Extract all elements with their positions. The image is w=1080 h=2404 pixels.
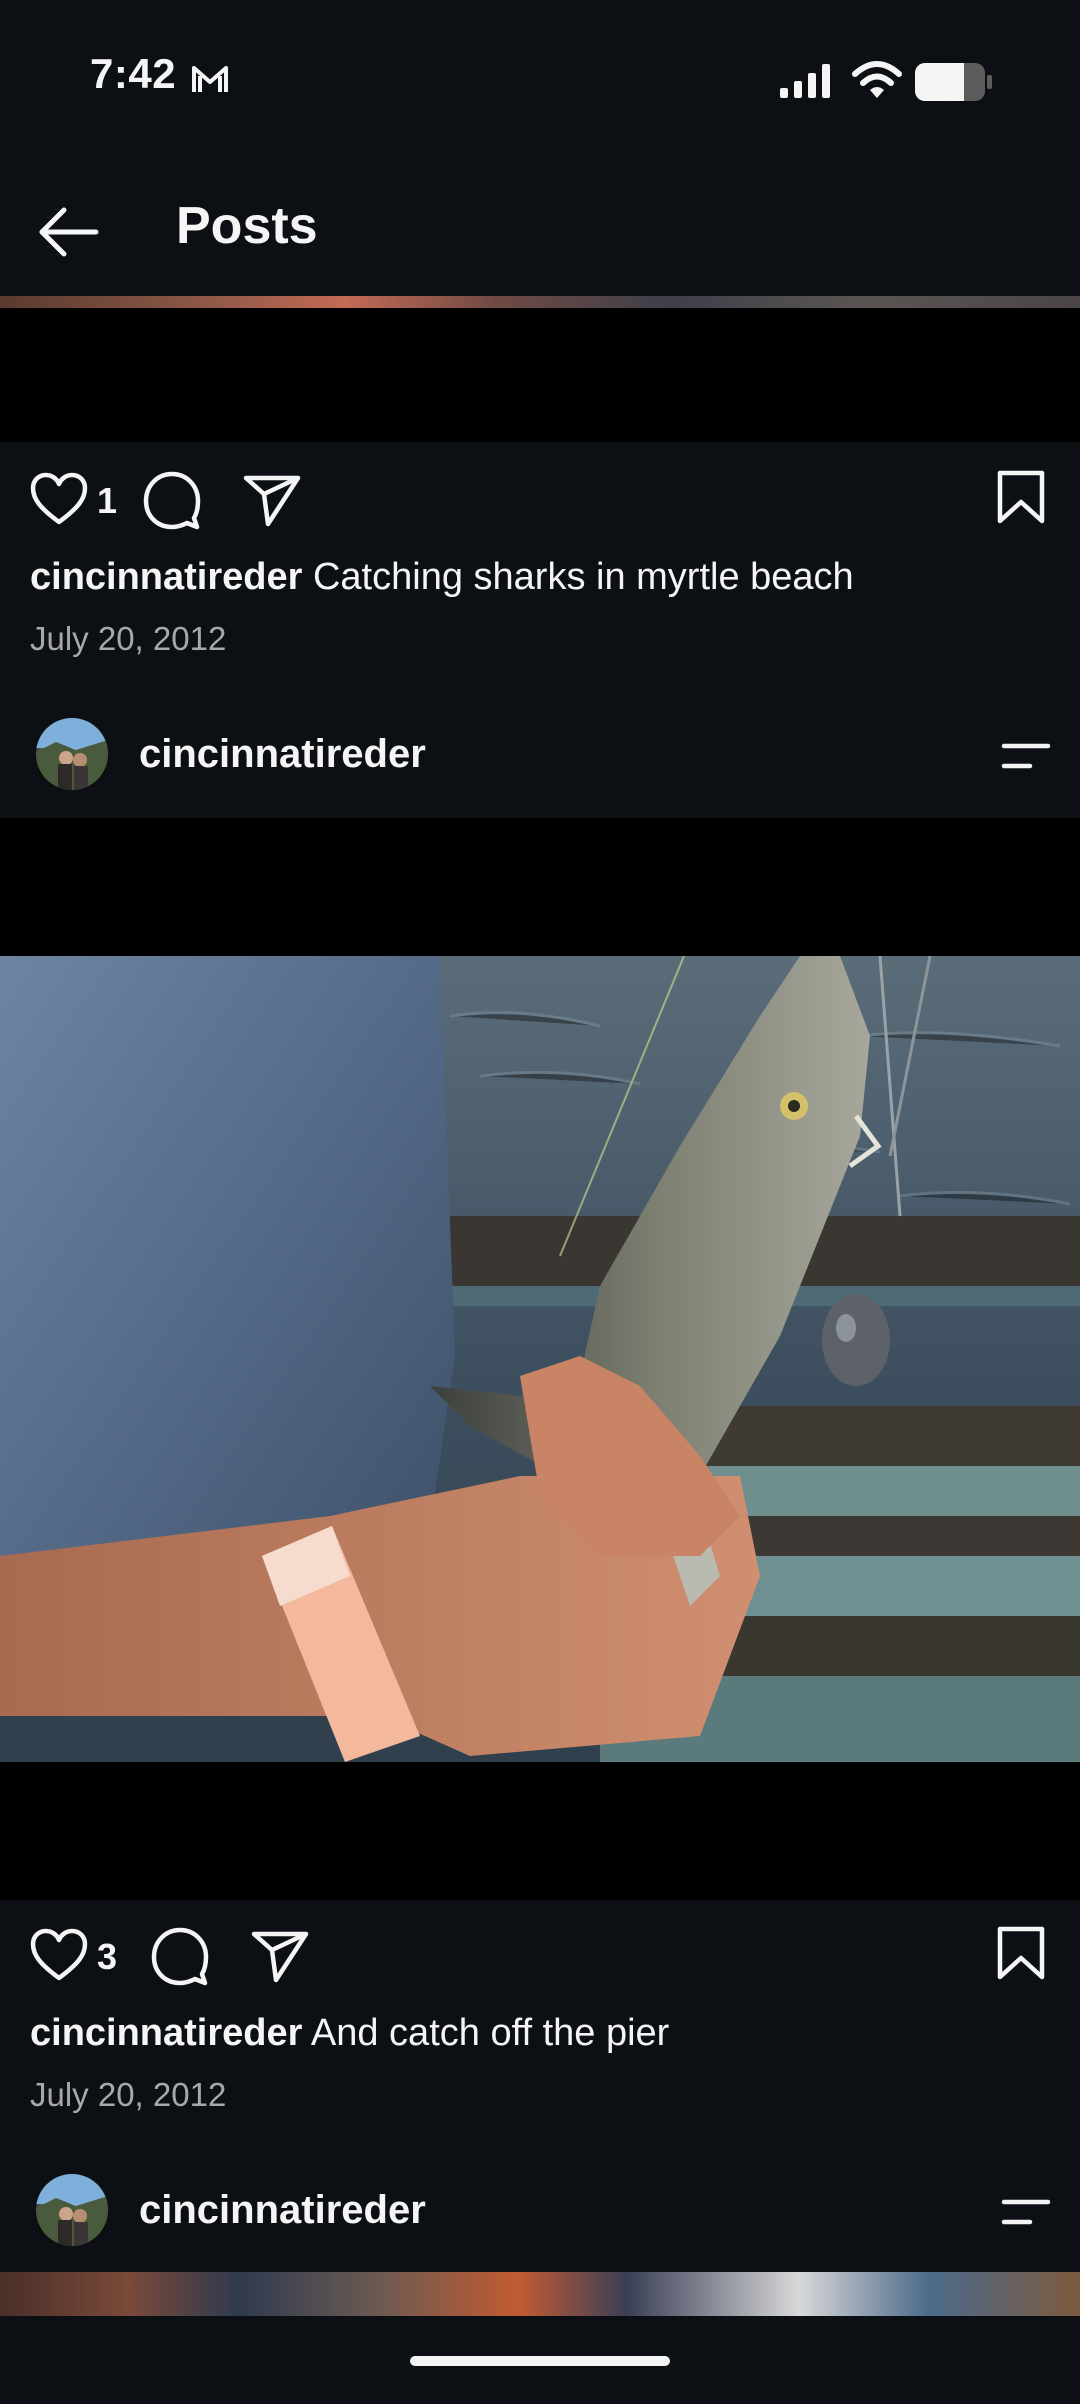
back-button[interactable] — [34, 200, 104, 264]
menu-lines-icon[interactable] — [1000, 740, 1052, 772]
wifi-icon — [852, 58, 902, 102]
home-indicator[interactable] — [410, 2356, 670, 2366]
paper-plane-icon[interactable] — [242, 472, 302, 528]
post-2-header: cincinnatireder — [0, 716, 1080, 796]
bookmark-icon[interactable] — [996, 1926, 1046, 1980]
avatar[interactable] — [36, 718, 108, 790]
post-3-header: cincinnatireder — [0, 2172, 1080, 2252]
post-date: July 20, 2012 — [30, 620, 227, 657]
menu-lines-icon[interactable] — [1000, 2196, 1052, 2228]
comment-bubble-icon[interactable] — [142, 470, 202, 530]
heart-icon[interactable] — [30, 1928, 88, 1982]
post-media-letterbox-top — [0, 818, 1080, 956]
bookmark-icon[interactable] — [996, 470, 1046, 524]
paper-plane-icon[interactable] — [250, 1928, 310, 1984]
cellular-signal-icon — [778, 62, 840, 100]
like-count[interactable]: 3 — [97, 1936, 117, 1978]
arrow-left-icon — [34, 200, 104, 264]
post-author[interactable]: cincinnatireder — [139, 2188, 426, 2233]
gmail-icon — [190, 62, 230, 96]
previous-post-image[interactable] — [0, 296, 1080, 308]
battery-icon — [914, 62, 994, 102]
caption-text: Catching sharks in myrtle beach — [312, 556, 854, 598]
previous-post-media-letterbox — [0, 308, 1080, 442]
page-title: Posts — [176, 197, 318, 255]
caption-username[interactable]: cincinnatireder — [30, 556, 302, 598]
post-caption: cincinnatireder Catching sharks in myrtl… — [30, 556, 854, 599]
caption-username[interactable]: cincinnatireder — [30, 2012, 302, 2054]
comment-bubble-icon[interactable] — [150, 1926, 210, 1986]
post-2-actions: 3 — [0, 1924, 1080, 1988]
post-media-letterbox-bottom — [0, 1762, 1080, 1900]
heart-icon[interactable] — [30, 472, 88, 526]
post-caption: cincinnatireder And catch off the pier — [30, 2012, 669, 2055]
next-post-image[interactable] — [0, 2272, 1080, 2316]
status-time: 7:42 — [90, 50, 177, 97]
caption-text: And catch off the pier — [310, 2012, 670, 2054]
post-image-shark[interactable] — [0, 956, 1080, 1762]
post-date: July 20, 2012 — [30, 2076, 227, 2113]
avatar[interactable] — [36, 2174, 108, 2246]
like-count[interactable]: 1 — [97, 480, 117, 522]
post-author[interactable]: cincinnatireder — [139, 732, 426, 777]
post-1-actions: 1 — [0, 468, 1080, 532]
